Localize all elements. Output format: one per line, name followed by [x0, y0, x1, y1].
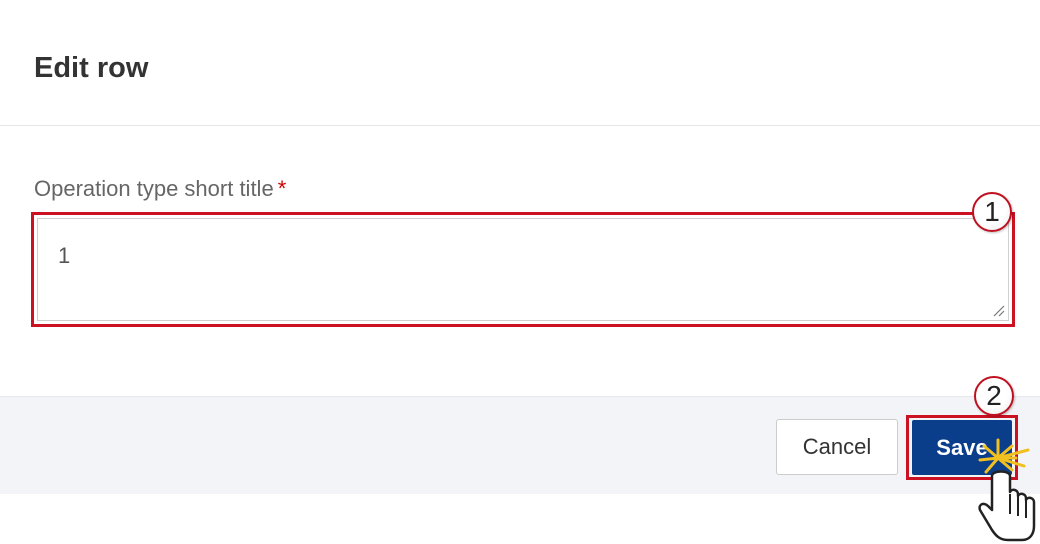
- field-label: Operation type short title *: [34, 174, 286, 204]
- textarea-value[interactable]: 1: [58, 243, 70, 269]
- click-burst-icon: [978, 438, 1030, 474]
- dialog-header: Edit row: [0, 0, 1040, 126]
- callout-marker-1: 1: [972, 192, 1012, 232]
- required-marker: *: [277, 176, 287, 201]
- operation-type-short-title-field[interactable]: 1: [31, 212, 1015, 327]
- callout-marker-2: 2: [974, 376, 1014, 416]
- resize-handle-icon[interactable]: [991, 303, 1005, 317]
- hand-pointer-icon: [978, 438, 1036, 542]
- cancel-button[interactable]: Cancel: [776, 419, 898, 475]
- edit-row-dialog: Edit row Operation type short title * 1 1…: [0, 0, 1040, 544]
- field-label-text: Operation type short title: [34, 176, 274, 201]
- textarea-box[interactable]: 1: [37, 218, 1009, 321]
- dialog-title: Edit row: [34, 52, 149, 84]
